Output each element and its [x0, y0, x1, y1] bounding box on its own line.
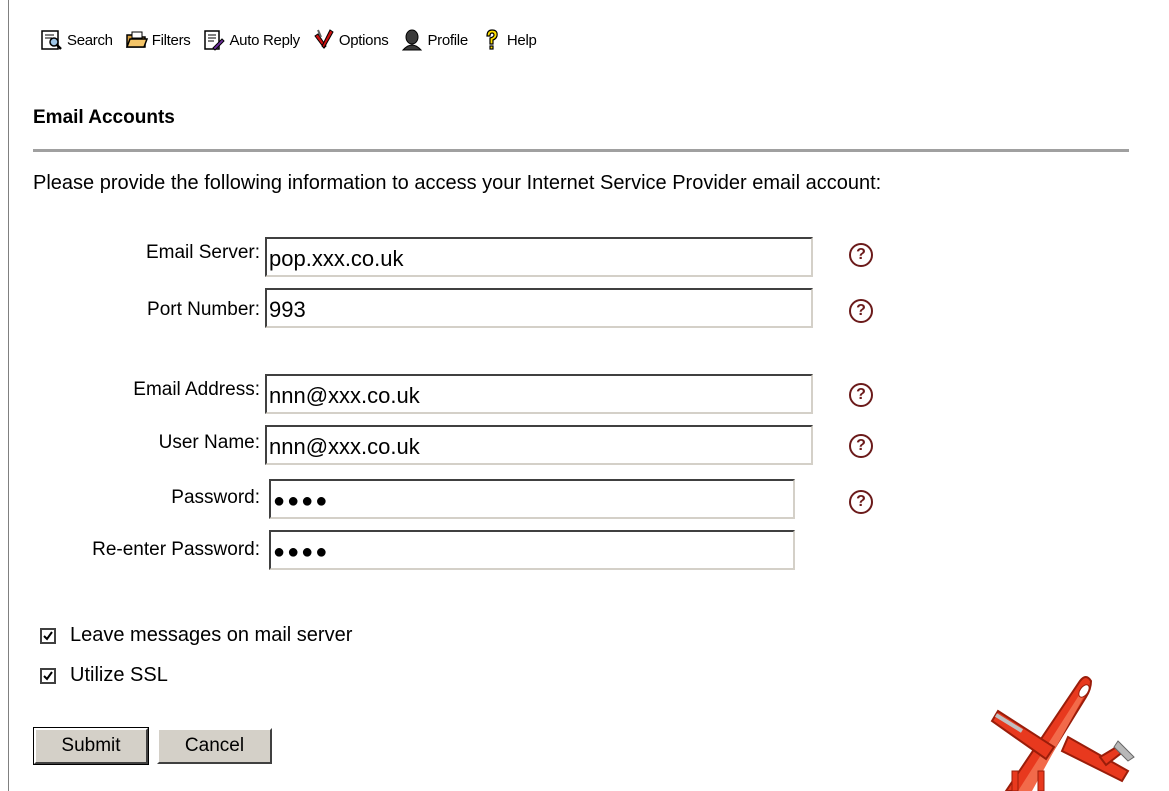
toolbar-profile[interactable]: Profile	[400, 28, 468, 52]
email-address-field[interactable]	[265, 374, 813, 414]
port-number-help-icon[interactable]: ?	[849, 299, 873, 323]
airplane-icon	[990, 676, 1135, 791]
submit-button[interactable]: Submit	[33, 727, 149, 765]
user-name-field[interactable]	[265, 425, 813, 465]
toolbar-filters[interactable]: Filters	[125, 28, 191, 52]
utilize-ssl-checkbox[interactable]	[40, 667, 56, 684]
toolbar: Search Filters Auto Reply Options Profil…	[40, 25, 549, 55]
email-server-label: Email Server:	[145, 242, 260, 263]
toolbar-auto-reply-label: Auto Reply	[229, 31, 300, 49]
leave-messages-label: Leave messages on mail server	[70, 624, 353, 646]
leave-messages-checkbox[interactable]	[40, 627, 56, 644]
intro-text: Please provide the following information…	[33, 172, 882, 194]
search-icon	[41, 30, 62, 50]
auto-reply-icon	[204, 30, 226, 51]
section-divider	[33, 149, 1129, 152]
password-help-icon[interactable]: ?	[849, 490, 873, 514]
reenter-password-label: Re-enter Password:	[92, 539, 260, 560]
port-number-field[interactable]	[265, 288, 813, 328]
reenter-password-field[interactable]	[269, 530, 795, 570]
email-address-help-icon[interactable]: ?	[849, 383, 873, 407]
user-name-help-icon[interactable]: ?	[849, 434, 873, 458]
toolbar-options-label: Options	[338, 31, 389, 49]
user-name-label: User Name:	[158, 432, 260, 453]
email-server-help-icon[interactable]: ?	[849, 243, 873, 267]
password-label: Password:	[171, 487, 260, 508]
page-left-border	[8, 0, 9, 791]
port-number-label: Port Number:	[147, 299, 260, 320]
leave-messages-option[interactable]: Leave messages on mail server	[40, 624, 352, 647]
page-title: Email Accounts	[33, 107, 175, 128]
utilize-ssl-label: Utilize SSL	[70, 664, 168, 686]
filters-icon	[125, 31, 148, 48]
options-icon	[314, 29, 334, 49]
toolbar-options[interactable]: Options	[312, 28, 389, 52]
toolbar-auto-reply[interactable]: Auto Reply	[202, 28, 300, 52]
password-field[interactable]	[269, 479, 795, 519]
toolbar-profile-label: Profile	[427, 31, 468, 49]
toolbar-search[interactable]: Search	[40, 28, 113, 52]
profile-icon	[402, 29, 423, 51]
email-server-field[interactable]	[265, 237, 813, 277]
email-address-label: Email Address:	[133, 379, 260, 400]
toolbar-help[interactable]: Help	[480, 28, 537, 52]
toolbar-search-label: Search	[67, 31, 113, 49]
help-icon	[486, 29, 498, 50]
toolbar-help-label: Help	[506, 31, 537, 49]
checkmark-icon	[43, 670, 53, 681]
cancel-button[interactable]: Cancel	[157, 728, 272, 764]
toolbar-filters-label: Filters	[151, 31, 191, 49]
utilize-ssl-option[interactable]: Utilize SSL	[40, 664, 168, 687]
checkmark-icon	[43, 630, 53, 641]
